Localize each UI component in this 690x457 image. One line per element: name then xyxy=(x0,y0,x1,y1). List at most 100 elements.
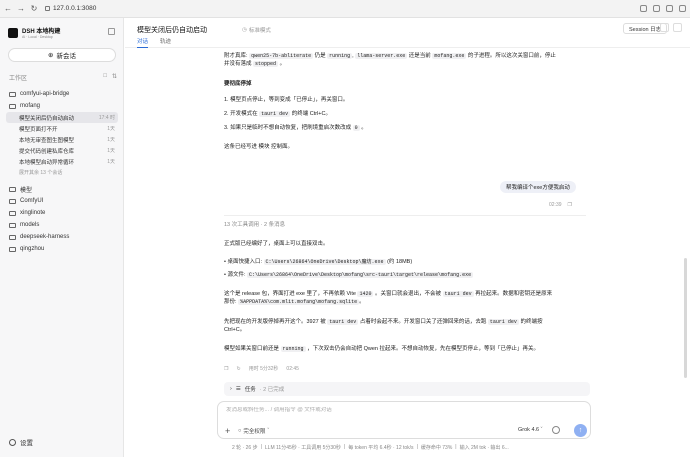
tab-conversation[interactable]: 对话 xyxy=(137,37,149,48)
profile-icon[interactable] xyxy=(666,5,673,12)
sort-icon[interactable]: ⇅ xyxy=(112,73,117,82)
inline-code: llama-server.exe xyxy=(355,53,408,59)
shield-icon: ○ xyxy=(238,428,242,434)
status-item: 输入 2M tok · 输出 6... xyxy=(459,445,509,451)
tab-trace[interactable]: 轨迹 xyxy=(160,37,171,48)
sidebar-conversation[interactable]: 模型关闭后仍自动启动 17:4 时 xyxy=(6,112,118,123)
folder-label: comfyui-api-bridge xyxy=(20,91,70,97)
sidebar-folder[interactable]: mofang xyxy=(6,100,118,112)
user-message-meta: 02:39 ❐ xyxy=(549,202,572,208)
text: (约 18MB) xyxy=(387,259,413,265)
plus-icon[interactable]: + xyxy=(225,426,230,436)
tool-calls-summary[interactable]: 13 次工具调用 · 2 条消息 xyxy=(224,220,285,228)
star-icon[interactable] xyxy=(640,5,647,12)
conversation-label: 模型关闭后仍自动启动 xyxy=(19,115,75,122)
step-number: 2. xyxy=(224,111,229,117)
sidebar-conversation[interactable]: 提交代码创建私库仓库 1天 xyxy=(6,145,118,156)
show-more-link[interactable]: 展开其余 13 个会话 xyxy=(6,167,118,177)
message-line: 附才真库: qwen25-7b-abliterate 仍是 running, l… xyxy=(224,52,586,60)
folder-icon xyxy=(9,186,16,192)
message-paragraph: 这个是 release 包，界面打进 exe 里了，不再依赖 Vite 1420… xyxy=(224,290,586,306)
message-time: 02:45 xyxy=(286,365,299,372)
folder-icon xyxy=(9,222,16,228)
sidebar-folder[interactable]: deepseek-harness xyxy=(6,231,118,243)
status-item: | xyxy=(260,444,262,450)
sidebar-conversation[interactable]: 模型页面打不开 1天 xyxy=(6,123,118,134)
text: Ctrl+C。 xyxy=(224,327,246,333)
new-chat-button[interactable]: ⊕ 新会话 xyxy=(8,48,116,62)
copy-icon[interactable]: ❐ xyxy=(568,202,572,208)
step-text: 。 xyxy=(361,125,367,131)
scrollbar[interactable] xyxy=(683,48,688,457)
sidebar-conversation[interactable]: 本地无审查图生图模型 1天 xyxy=(6,134,118,145)
message-input[interactable] xyxy=(226,407,526,413)
arrow-up-icon: ↑ xyxy=(578,427,583,434)
sidebar-folder[interactable]: xinglinote xyxy=(6,207,118,219)
refresh-icon[interactable]: ↻ xyxy=(236,366,240,372)
step-number: 1. xyxy=(224,97,229,103)
model-selector[interactable]: Grok 4.6 ˇ xyxy=(518,427,542,433)
step-item: 3. 如果只是临时不想自动恢复，把刷境重启次数改成 0 。 xyxy=(224,124,586,138)
text: 占着时会起不来。开发窗口关了还弹回来的话，去跑 xyxy=(359,319,487,325)
menu-icon[interactable] xyxy=(679,5,686,12)
conversation-time: 1天 xyxy=(107,137,115,143)
step-text: 开发模式在 xyxy=(230,111,258,117)
folder-icon xyxy=(9,234,16,240)
copy-icon[interactable]: ❐ xyxy=(224,366,228,372)
send-button[interactable]: ↑ xyxy=(574,424,587,437)
reload-icon[interactable]: ↻ xyxy=(30,4,38,13)
share-icon[interactable] xyxy=(660,23,669,32)
chevron-down-icon: ˇ xyxy=(267,428,270,434)
folder-label: xinglinote xyxy=(20,210,46,216)
sidebar-folder[interactable]: qingzhou xyxy=(6,243,118,255)
model-label: Grok 4.6 xyxy=(518,427,540,433)
status-bar: 2 轮 · 26 步 | LLM 11分45秒 · 工具调用 5分30秒 | 每 tok… xyxy=(232,444,582,451)
message-paragraph: 先把现在的开发版停掉再开这个。3927 被 tauri dev 占着时会起不来。… xyxy=(224,318,586,334)
inline-code: 1420 xyxy=(357,291,374,297)
text: 附才真库: xyxy=(224,53,248,59)
inline-code: %APPDATA%\com.mlit.mofang\mofang.sqlite xyxy=(238,299,360,305)
settings-button[interactable]: 设置 xyxy=(9,437,33,447)
address-bar[interactable]: 127.0.0.1:3080 xyxy=(45,5,96,12)
sidebar-toggle-icon[interactable] xyxy=(108,28,115,35)
bullet-dot: • xyxy=(224,272,226,278)
brand-subtitle: AI · Local · Desktop xyxy=(22,35,53,39)
task-bar[interactable]: › ☰ 任务 · 2 已完成 xyxy=(224,382,590,396)
folder-label: deepseek-harness xyxy=(20,234,70,240)
scrollbar-thumb[interactable] xyxy=(684,258,687,378)
status-item: | xyxy=(343,444,346,450)
status-item: LLM 11分45秒 · 工具调用 5分30秒 xyxy=(264,445,341,451)
new-folder-icon[interactable]: □ xyxy=(103,73,107,82)
page-title: 模型关闭后仍自动启动 xyxy=(137,27,207,34)
more-icon[interactable] xyxy=(673,23,682,32)
conversation-time: 1天 xyxy=(107,126,115,132)
message-meta: ❐ ↻ 用时 5分32秒 02:45 xyxy=(224,365,299,373)
bullet-dot: • xyxy=(224,259,226,265)
bullet-item: • 源文件: C:\Users\26864\OneDrive\Desktop\m… xyxy=(224,271,586,279)
text: 的终端按 xyxy=(520,319,543,325)
brand-name: DSH 本地构建 xyxy=(22,29,61,35)
permission-selector[interactable]: ○ 完全权限 ˇ xyxy=(238,427,269,435)
folder-icon xyxy=(9,103,16,109)
sidebar-folder[interactable]: models xyxy=(6,219,118,231)
sidebar-folder[interactable]: comfyui-api-bridge xyxy=(6,88,118,100)
extensions-icon[interactable] xyxy=(653,5,660,12)
mode-indicator[interactable]: ◷ 标准模式 xyxy=(242,26,271,34)
forward-icon[interactable]: → xyxy=(17,4,25,13)
sidebar-folder[interactable]: 模型 xyxy=(6,183,118,195)
inline-code: qwen25-7b-abliterate xyxy=(249,53,314,59)
status-item: 2 轮 · 26 步 xyxy=(232,445,258,451)
conversation-label: 本地无审查图生图模型 xyxy=(19,137,75,144)
text: 。关窗口就会退出，不会被 xyxy=(375,291,442,297)
folder-label: mofang xyxy=(20,103,41,109)
workspace-label: 工作区 xyxy=(9,76,28,82)
microphone-icon[interactable] xyxy=(552,426,560,434)
sidebar-conversation[interactable]: 本地模型启动异常循环 1天 xyxy=(6,156,118,167)
header-actions xyxy=(660,23,682,32)
conversation-time: 1天 xyxy=(107,148,115,154)
duration: 用时 5分32秒 xyxy=(248,366,279,372)
back-icon[interactable]: ← xyxy=(4,4,12,13)
folder-icon xyxy=(9,246,16,252)
sidebar-folder[interactable]: ComfyUI xyxy=(6,195,118,207)
checklist-icon: ☰ xyxy=(235,386,241,392)
